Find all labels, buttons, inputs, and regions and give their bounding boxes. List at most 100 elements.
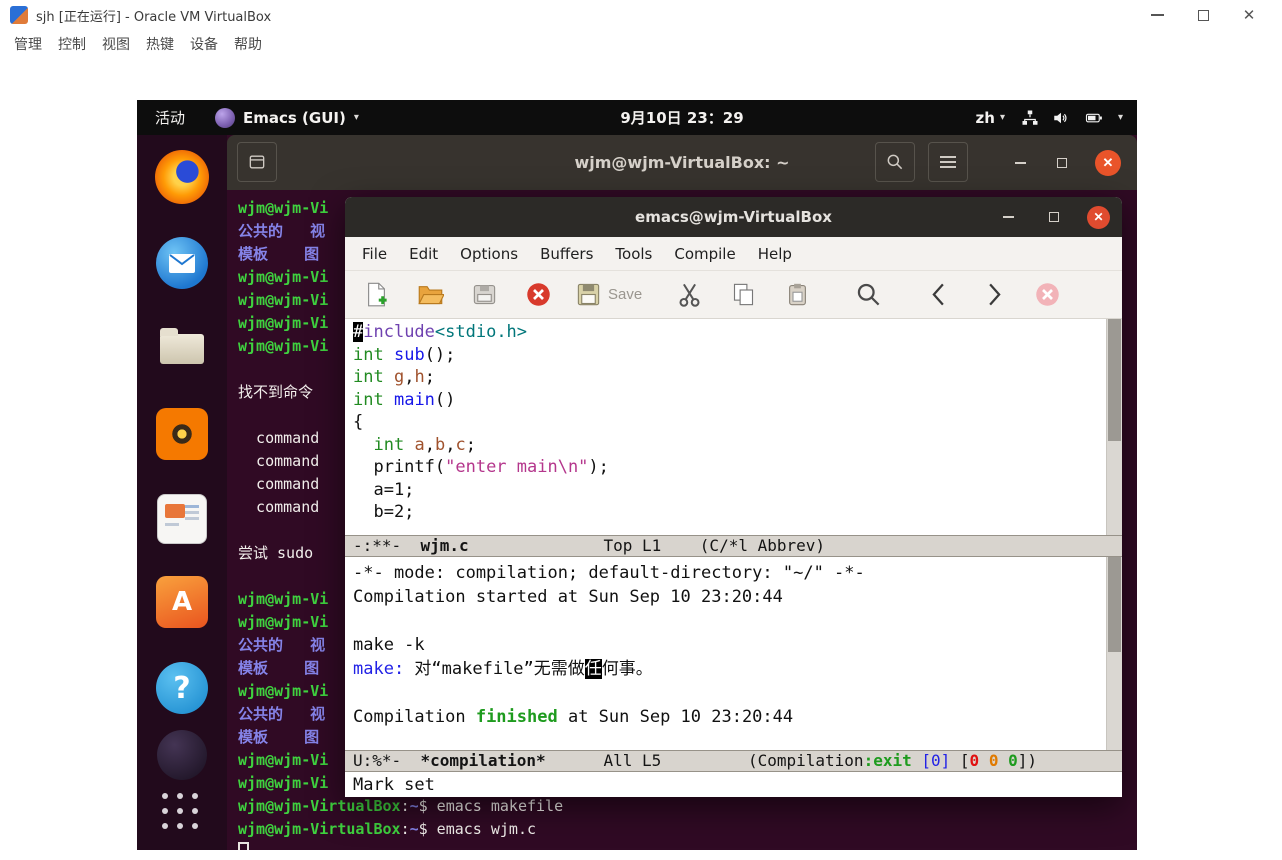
- emacs-title: emacs@wjm-VirtualBox: [635, 208, 832, 226]
- forward-button[interactable]: [976, 278, 1010, 312]
- code-line: a=1;: [353, 479, 415, 500]
- emacs-close-button[interactable]: ✕: [1087, 205, 1110, 229]
- terminal-line: [238, 841, 1137, 850]
- minimize-icon: [1002, 216, 1014, 218]
- modeline-text: U:%*- *compilation* All L5 (Compilation:…: [353, 751, 1038, 770]
- emacs-minimize-button[interactable]: [995, 204, 1021, 230]
- stop-button-disabled: [1030, 278, 1064, 312]
- show-applications-button[interactable]: [154, 785, 210, 841]
- input-language-button[interactable]: zh ▾: [976, 109, 1005, 127]
- search-button[interactable]: [851, 278, 885, 312]
- code-buffer[interactable]: #include<stdio.h> int sub(); int g,h; int m…: [345, 319, 1106, 535]
- dired-folder-button[interactable]: [467, 278, 501, 312]
- close-buffer-button[interactable]: [521, 278, 555, 312]
- back-button[interactable]: [922, 278, 956, 312]
- battery-icon: [1083, 109, 1105, 127]
- dock-item-rhythmbox[interactable]: [154, 406, 210, 462]
- clock[interactable]: 9月10日 23：29: [620, 107, 743, 128]
- emacs-menu-item[interactable]: File: [351, 245, 398, 263]
- background-app-icon: [157, 730, 207, 780]
- vbox-minimize-button[interactable]: [1134, 0, 1180, 30]
- vbox-menu-item[interactable]: 视图: [94, 34, 138, 54]
- terminal-title: wjm@wjm-VirtualBox: ~: [574, 153, 790, 172]
- emacs-menu-item[interactable]: Buffers: [529, 245, 604, 263]
- dock-item-ubuntu-software[interactable]: A: [154, 574, 210, 630]
- vbox-menu-item[interactable]: 热键: [138, 34, 182, 54]
- maximize-icon: [1197, 9, 1209, 21]
- folder-icon: [156, 323, 208, 375]
- copy-button[interactable]: [726, 278, 760, 312]
- terminal-close-button[interactable]: ✕: [1095, 150, 1121, 176]
- system-status-button[interactable]: ▾: [1021, 109, 1123, 127]
- terminal-maximize-button[interactable]: [1049, 150, 1075, 176]
- code-modeline: -:**- wjm.c Top L1 (C/*l Abbrev): [345, 535, 1122, 557]
- virtualbox-app-icon: [10, 6, 28, 24]
- compilation-line: Compilation started at Sun Sep 10 23:20:…: [353, 587, 783, 607]
- code-line: printf("enter main\n");: [353, 457, 609, 477]
- vbox-close-button[interactable]: ✕: [1226, 0, 1272, 30]
- terminal-line: wjm@wjm-VirtualBox:~$ emacs makefile: [238, 797, 564, 815]
- emacs-menu-item[interactable]: Options: [449, 245, 529, 263]
- code-scrollbar[interactable]: [1106, 319, 1122, 535]
- emacs-titlebar[interactable]: emacs@wjm-VirtualBox ✕: [345, 197, 1122, 237]
- minibuffer[interactable]: Mark set: [345, 772, 1122, 797]
- open-file-button[interactable]: [413, 278, 447, 312]
- hamburger-icon: [940, 156, 956, 168]
- emacs-toolbar: Save: [345, 271, 1122, 319]
- code-line: int sub();: [353, 344, 456, 365]
- code-scrollbar-thumb[interactable]: [1108, 319, 1121, 441]
- terminal-minimize-button[interactable]: [1007, 150, 1033, 176]
- terminal-search-button[interactable]: [875, 142, 915, 182]
- emacs-menu-item[interactable]: Help: [747, 245, 803, 263]
- impress-document-icon: [157, 494, 207, 544]
- compilation-line: [353, 681, 1106, 705]
- minibuffer-message: Mark set: [353, 774, 435, 795]
- emacs-window: emacs@wjm-VirtualBox ✕ File Edit Options Bu…: [345, 197, 1122, 797]
- vbox-window-title: sjh [正在运行] - Oracle VM VirtualBox: [36, 9, 272, 25]
- terminal-menu-button[interactable]: [928, 142, 968, 182]
- compilation-line: make -k: [353, 635, 425, 655]
- cut-button[interactable]: [672, 278, 706, 312]
- emacs-window-controls: ✕: [995, 197, 1110, 237]
- new-file-button[interactable]: [359, 278, 393, 312]
- vm-screen: 活动 Emacs (GUI) ▾ 9月10日 23：29 zh ▾ ▾ A ? …: [137, 100, 1137, 850]
- vbox-titlebar[interactable]: sjh [正在运行] - Oracle VM VirtualBox ✕: [0, 0, 1282, 30]
- dock-item-thunderbird[interactable]: [154, 235, 210, 291]
- emacs-menu-item[interactable]: Compile: [663, 245, 746, 263]
- code-line: b=2;: [353, 502, 415, 522]
- compilation-buffer[interactable]: -*- mode: compilation; default-directory…: [345, 557, 1106, 750]
- compilation-scrollbar-thumb[interactable]: [1108, 557, 1121, 652]
- save-button[interactable]: Save: [575, 278, 642, 312]
- emacs-menu-item[interactable]: Edit: [398, 245, 449, 263]
- dock-item-files[interactable]: [154, 321, 210, 377]
- modeline-text: -:**- wjm.c Top L1 (C/*l Abbrev): [353, 536, 826, 555]
- paste-button[interactable]: [780, 278, 814, 312]
- app-menu-button[interactable]: Emacs (GUI) ▾: [203, 107, 371, 128]
- terminal-new-tab-button[interactable]: [237, 142, 277, 182]
- minimize-icon: [1150, 14, 1164, 16]
- code-line: #include<stdio.h>: [353, 322, 528, 342]
- compilation-scrollbar[interactable]: [1106, 557, 1122, 750]
- emacs-menubar: File Edit Options Buffers Tools Compile Help: [345, 237, 1122, 271]
- minimize-icon: [1014, 162, 1026, 164]
- chevron-down-icon: ▾: [353, 112, 359, 123]
- emacs-maximize-button[interactable]: [1041, 204, 1067, 230]
- dock: A ?: [137, 135, 227, 850]
- dock-item-libreoffice-impress[interactable]: [154, 491, 210, 547]
- app-menu-label: Emacs (GUI): [243, 108, 346, 127]
- app-grid-icon: [162, 793, 202, 833]
- vbox-menu-item[interactable]: 控制: [50, 34, 94, 54]
- vbox-maximize-button[interactable]: [1180, 0, 1226, 30]
- media-player-icon: [156, 408, 208, 460]
- help-icon: ?: [156, 662, 208, 714]
- activities-button[interactable]: 活动: [137, 100, 203, 135]
- vbox-window-controls: ✕: [1134, 0, 1272, 30]
- vbox-menu-item[interactable]: 管理: [6, 34, 50, 54]
- terminal-titlebar[interactable]: wjm@wjm-VirtualBox: ~ ✕: [227, 135, 1137, 190]
- vbox-menu-item[interactable]: 帮助: [226, 34, 270, 54]
- dock-item-firefox[interactable]: [154, 149, 210, 205]
- dock-item-help[interactable]: ?: [154, 660, 210, 716]
- dock-item-background-app[interactable]: [154, 727, 210, 783]
- vbox-menu-item[interactable]: 设备: [182, 34, 226, 54]
- emacs-menu-item[interactable]: Tools: [604, 245, 663, 263]
